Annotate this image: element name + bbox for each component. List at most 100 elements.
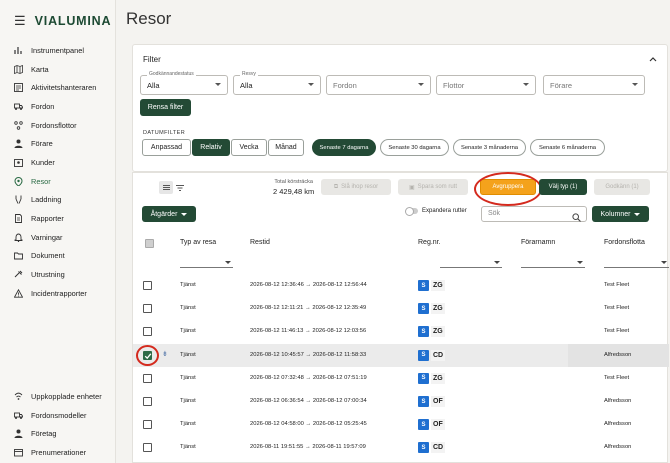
trip-time: 2026-08-12 06:36:54 → 2026-08-12 07:00:3… (250, 398, 367, 404)
expand-chevron-icon[interactable]: ⇟ (162, 350, 168, 358)
date-button-vecka[interactable]: Vecka (231, 139, 267, 156)
equipment-icon (14, 270, 23, 279)
reg-plate[interactable]: S ZG (418, 303, 445, 315)
search-input[interactable]: Sök (481, 206, 587, 222)
clear-filter-button[interactable]: Rensa filter (140, 99, 191, 116)
sidebar-item-laddning[interactable]: Laddning (0, 191, 116, 210)
save-route-button[interactable]: ▣ Spara som rutt (398, 179, 468, 195)
trip-time: 2026-08-12 07:32:48 → 2026-08-12 07:51:1… (250, 374, 367, 381)
date-button-relativ[interactable]: Relativ (192, 139, 230, 156)
reg-plate[interactable]: S OF (418, 396, 445, 407)
fleet-filter-select[interactable] (604, 258, 669, 268)
sidebar-item-instrumentpanel[interactable]: Instrumentpanel (0, 41, 116, 60)
col-header-driver[interactable]: Förarnamn (521, 239, 555, 246)
row-checkbox[interactable] (143, 420, 152, 430)
expand-routes-toggle[interactable]: Expandera rutter (405, 207, 467, 216)
trip-time: 2026-08-12 04:58:00 → 2026-08-12 05:25:4… (250, 421, 367, 428)
sidebar-item-förare[interactable]: Förare (0, 134, 116, 153)
col-header-time[interactable]: Restid (250, 239, 270, 246)
fordon-select[interactable]: Fordon (326, 75, 431, 95)
actions-button[interactable]: Åtgärder (142, 206, 196, 222)
row-checkbox[interactable] (143, 281, 152, 290)
sidebar-item-uppkopplade-enheter[interactable]: Uppkopplade enheter (0, 387, 116, 406)
forare-select[interactable]: Förare (543, 75, 645, 95)
table-row[interactable]: Tjänst 2026-08-12 06:36:54 → 2026-08-12 0… (133, 390, 669, 413)
driver-filter-select[interactable] (521, 258, 585, 268)
merge-trips-label: Slå ihop resor (341, 184, 379, 190)
row-checkbox[interactable] (143, 304, 152, 314)
charging-icon (14, 195, 23, 205)
reg-plate[interactable]: S ZG (418, 280, 445, 291)
row-checkbox[interactable] (143, 443, 152, 453)
type-filter-select[interactable] (180, 258, 233, 268)
col-header-fleet[interactable]: Fordonsflotta (604, 239, 645, 246)
sidebar-item-incidentrapporter[interactable]: Incidentrapporter (0, 284, 116, 303)
select-all-checkbox[interactable] (145, 239, 154, 248)
sidebar-item-karta[interactable]: Karta (0, 60, 116, 79)
reg-plate[interactable]: S ZG (418, 372, 445, 384)
reg-filter-select[interactable] (440, 258, 502, 268)
logo: ☰ VIALUMINA (14, 13, 111, 29)
pill-last-3-months[interactable]: Senaste 3 månaderna (453, 139, 526, 156)
date-button-anpassad[interactable]: Anpassad (142, 139, 191, 156)
table-row[interactable]: Tjänst 2026-08-12 12:11:21 → 2026-08-12 1… (133, 297, 669, 320)
search-placeholder: Sök (488, 210, 501, 217)
resvy-select[interactable]: Resvy Alla (233, 71, 321, 95)
chevron-down-icon (632, 83, 638, 86)
approve-button[interactable]: Godkänn (1) (594, 179, 650, 195)
table-row[interactable]: ⇟ Tjänst 2026-08-12 10:45:57 → 2026-08-12 … (133, 343, 669, 367)
grid-view-icon[interactable] (159, 181, 173, 194)
col-header-type[interactable]: Typ av resa (180, 239, 216, 246)
sidebar-item-utrustning[interactable]: Utrustning (0, 265, 116, 284)
sidebar-item-prenumerationer[interactable]: Prenumerationer (0, 443, 116, 462)
sidebar-item-fordonsflottor[interactable]: Fordonsflottor (0, 116, 116, 135)
sidebar-item-fordonsmodeller[interactable]: Fordonsmodeller (0, 406, 116, 425)
pill-last-7-days[interactable]: Senaste 7 dagarna (312, 139, 376, 156)
search-icon[interactable] (572, 209, 581, 227)
sidebar-item-label: Laddning (31, 195, 62, 205)
sidebar-item-aktivitetshanteraren[interactable]: Aktivitetshanteraren (0, 78, 116, 97)
sidebar-item-resor[interactable]: Resor (0, 172, 116, 191)
choose-type-button[interactable]: Välj typ (1) (539, 179, 587, 195)
table-row[interactable]: Tjänst 2026-08-12 04:58:00 → 2026-08-12 0… (133, 413, 669, 436)
trip-time: 2026-08-12 10:45:57 → 2026-08-12 11:58:3… (250, 351, 367, 358)
date-button-manad[interactable]: Månad (268, 139, 304, 156)
columns-button[interactable]: Kolumner (592, 206, 649, 222)
table-row[interactable]: Tjänst 2026-08-12 07:32:48 → 2026-08-12 0… (133, 367, 669, 390)
menu-icon[interactable]: ☰ (14, 13, 26, 29)
sidebar-item-label: Aktivitetshanteraren (31, 83, 97, 93)
col-header-reg[interactable]: Reg.nr. (418, 239, 441, 246)
pill-last-30-days[interactable]: Senaste 30 dagarna (380, 139, 449, 156)
reg-plate[interactable]: S CD (418, 349, 445, 361)
sidebar-item-företag[interactable]: Företag (0, 424, 116, 443)
view-toggle[interactable] (159, 181, 187, 194)
sidebar-item-fordon[interactable]: Fordon (0, 97, 116, 116)
table-row[interactable]: Tjänst 2026-08-12 12:36:46 → 2026-08-12 1… (133, 274, 669, 297)
filter-lines-icon[interactable] (173, 181, 187, 194)
company-icon (14, 429, 23, 439)
sidebar-item-dokument[interactable]: Dokument (0, 247, 116, 266)
flottor-select[interactable]: Flottor (436, 75, 536, 95)
bar-chart-icon (14, 46, 23, 55)
pill-last-6-months[interactable]: Senaste 6 månaderna (530, 139, 605, 156)
forare-select-placeholder: Förare (550, 81, 573, 90)
reg-plate[interactable]: S ZG (418, 326, 445, 338)
table-row[interactable]: Tjänst 2026-08-12 11:46:13 → 2026-08-12 1… (133, 320, 669, 343)
table-row[interactable]: Tjänst 2026-08-11 19:51:55 → 2026-08-11 1… (133, 436, 669, 459)
truck-model-icon (14, 411, 23, 420)
sidebar-item-rapporter[interactable]: Rapporter (0, 209, 116, 228)
sidebar-item-kunder[interactable]: Kunder (0, 153, 116, 172)
merge-trips-button[interactable]: ⧉ Slå ihop resor (321, 179, 391, 195)
trip-type: Tjänst (180, 444, 196, 451)
status-select[interactable]: Godkännandestatus Alla (140, 71, 228, 95)
reg-plate[interactable]: S CD (418, 442, 445, 454)
plate-number: ZG (431, 280, 445, 291)
row-checkbox[interactable] (143, 327, 152, 337)
reg-plate[interactable]: S OF (418, 419, 445, 431)
row-checkbox[interactable] (143, 373, 152, 383)
chevron-up-icon[interactable] (649, 54, 657, 64)
warning-icon (14, 288, 23, 298)
sidebar-item-varningar[interactable]: Varningar (0, 228, 116, 247)
toggle-switch[interactable] (405, 207, 418, 216)
row-checkbox[interactable] (143, 397, 152, 406)
